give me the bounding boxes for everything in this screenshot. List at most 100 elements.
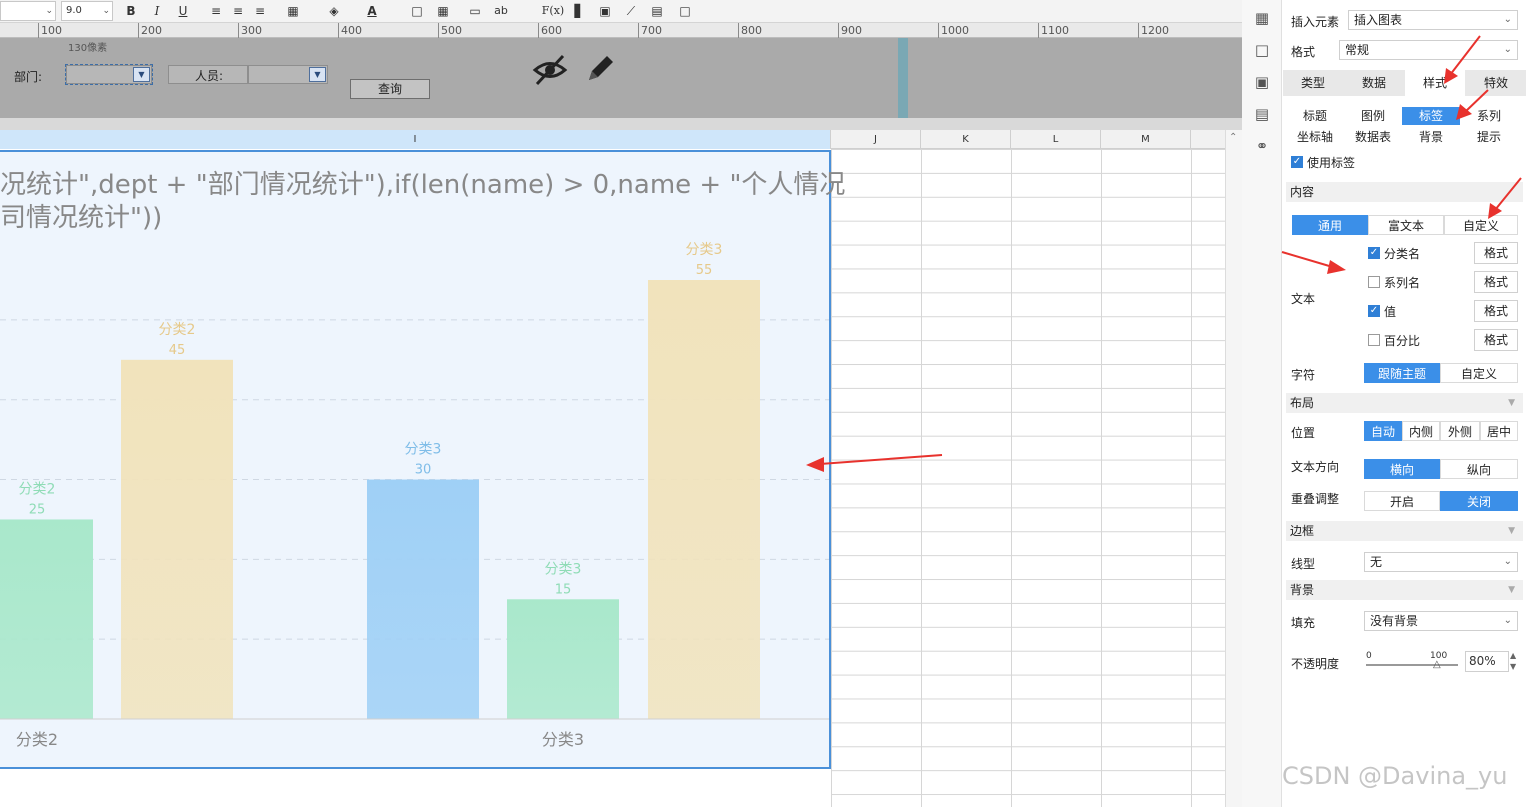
overlap-off[interactable]: 关闭 — [1440, 491, 1518, 511]
direction-vertical[interactable]: 纵向 — [1440, 459, 1518, 479]
eye-hidden-icon[interactable] — [532, 53, 568, 87]
chevron-down-icon: ⌄ — [1503, 615, 1512, 626]
fill-label: 填充 — [1291, 616, 1316, 630]
char-label: 字符 — [1291, 368, 1316, 382]
layout-section-title: 布局 — [1290, 396, 1315, 410]
widget-icon[interactable]: ▣ — [1252, 72, 1272, 92]
bar-chart: 分类2 25 分类2 45 分类3 30 分类3 15 分类3 55 分类2 分类3 — [0, 242, 829, 749]
position-center[interactable]: 居中 — [1480, 421, 1518, 441]
ruler-label: 600 — [538, 23, 562, 38]
x-tick-label: 分类3 — [542, 730, 584, 749]
opacity-min: 0 — [1366, 651, 1372, 661]
position-auto[interactable]: 自动 — [1364, 421, 1402, 441]
direction-label: 文本方向 — [1291, 460, 1340, 474]
collapse-icon[interactable]: ▼ — [1508, 580, 1515, 600]
font-family-select[interactable]: ⌄ — [0, 1, 56, 21]
text-label: 文本 — [1291, 292, 1316, 306]
bg-section-title: 背景 — [1290, 583, 1315, 597]
chart-bar — [0, 519, 93, 719]
chevron-down-icon: ⌄ — [1503, 556, 1512, 567]
font-size-select[interactable]: 9.0 ⌄ — [61, 1, 113, 21]
linetype-label: 线型 — [1291, 557, 1316, 571]
link-icon[interactable]: ⚭ — [1252, 136, 1272, 156]
italic-button[interactable]: I — [147, 2, 167, 20]
align-right-icon[interactable]: ≡ — [250, 2, 270, 20]
collapse-icon[interactable]: ▼ — [1508, 393, 1515, 413]
slash-icon[interactable]: ⟋ — [621, 2, 641, 20]
ruler-label: 500 — [438, 23, 462, 38]
position-inside[interactable]: 内侧 — [1402, 421, 1440, 441]
scroll-up-icon[interactable]: ⌃ — [1229, 132, 1237, 143]
cell-attributes-icon[interactable]: ▦ — [1252, 8, 1272, 28]
char-mode-theme[interactable]: 跟随主题 — [1364, 363, 1440, 383]
border-icon[interactable]: ▦ — [283, 2, 303, 20]
spreadsheet-grid[interactable] — [831, 149, 1225, 807]
ruler: 100 200 300 400 500 600 700 800 900 1000… — [0, 23, 1242, 38]
formula-button[interactable]: F(x) — [540, 2, 566, 20]
column-header-k[interactable]: K — [921, 130, 1011, 149]
ruler-label: 200 — [138, 23, 162, 38]
chart-bar — [507, 599, 619, 719]
ruler-label: 400 — [338, 23, 362, 38]
person-label: 人员: — [195, 69, 224, 83]
collapse-icon[interactable]: ▼ — [1508, 521, 1515, 541]
linetype-select[interactable]: 无 ⌄ — [1364, 552, 1518, 572]
align-center-icon[interactable]: ≡ — [228, 2, 248, 20]
sheet-icon[interactable]: ▤ — [647, 2, 667, 20]
text-button[interactable]: ab — [491, 2, 511, 20]
opacity-slider-handle[interactable]: △ — [1433, 659, 1441, 670]
vertical-scrollbar[interactable]: ⌃ — [1225, 130, 1242, 807]
overlap-on[interactable]: 开启 — [1364, 491, 1440, 511]
fill-value: 没有背景 — [1370, 614, 1419, 628]
fill-color-icon[interactable]: ◈ — [324, 2, 344, 20]
char-mode-custom[interactable]: 自定义 — [1440, 363, 1518, 383]
layout-section: 布局 ▼ — [1286, 393, 1523, 413]
font-color-icon[interactable]: A — [362, 2, 382, 20]
pixel-hint: 130像素 — [68, 43, 108, 54]
column-header-i[interactable]: I — [0, 130, 831, 149]
pencil-icon[interactable] — [585, 52, 617, 86]
ruler-label: 900 — [838, 23, 862, 38]
column-header-l[interactable]: L — [1011, 130, 1101, 149]
ruler-label: 800 — [738, 23, 762, 38]
panel-edge-marker — [898, 38, 908, 118]
dept-combo[interactable]: ▼ — [65, 64, 153, 85]
cell-icon[interactable]: □ — [407, 2, 427, 20]
opacity-input[interactable]: 80% — [1465, 651, 1509, 672]
bold-button[interactable]: B — [121, 2, 141, 20]
underline-button[interactable]: U — [173, 2, 193, 20]
opacity-slider-track[interactable] — [1366, 664, 1458, 666]
direction-horizontal[interactable]: 横向 — [1364, 459, 1440, 479]
fill-select[interactable]: 没有背景 ⌄ — [1364, 611, 1518, 631]
column-header-m[interactable]: M — [1101, 130, 1191, 149]
opacity-spinner[interactable]: ▲ ▼ — [1510, 650, 1516, 672]
bar-category-label: 分类3 — [686, 242, 723, 258]
value-checkbox[interactable]: ✓ — [1368, 305, 1380, 317]
column-header-j[interactable]: J — [831, 130, 921, 149]
position-outside[interactable]: 外侧 — [1440, 421, 1480, 441]
insert-element-select[interactable]: 插入图表 ⌄ — [1348, 10, 1518, 30]
cell-element-icon[interactable]: □ — [1252, 40, 1272, 60]
value-format-button[interactable]: 格式 — [1474, 300, 1518, 322]
bar-value-label: 30 — [415, 463, 432, 478]
query-button[interactable]: 查询 — [350, 79, 430, 99]
ruler-label: 1000 — [938, 23, 969, 38]
merge-icon[interactable]: ▭ — [465, 2, 485, 20]
overlap-label: 重叠调整 — [1291, 492, 1340, 506]
person-combo[interactable]: ▼ — [248, 65, 328, 84]
percent-label: 百分比 — [1384, 334, 1421, 348]
percent-format-button[interactable]: 格式 — [1474, 329, 1518, 351]
chevron-down-icon: ⌄ — [1503, 14, 1512, 25]
percent-checkbox[interactable] — [1368, 334, 1380, 346]
chart-bar — [367, 479, 479, 719]
table-icon[interactable]: ▦ — [433, 2, 453, 20]
frame-icon[interactable]: □ — [675, 2, 695, 20]
ruler-label: 300 — [238, 23, 262, 38]
condition-icon[interactable]: ▤ — [1252, 104, 1272, 124]
chart-container[interactable]: 况统计",dept + "部门情况统计"),if(len(name) > 0,n… — [0, 150, 845, 769]
align-left-icon[interactable]: ≡ — [206, 2, 226, 20]
border-section: 边框 ▼ — [1286, 521, 1523, 541]
image-icon[interactable]: ▣ — [595, 2, 615, 20]
ruler-label: 1200 — [1138, 23, 1169, 38]
chart-icon[interactable]: ▋ — [569, 2, 589, 20]
